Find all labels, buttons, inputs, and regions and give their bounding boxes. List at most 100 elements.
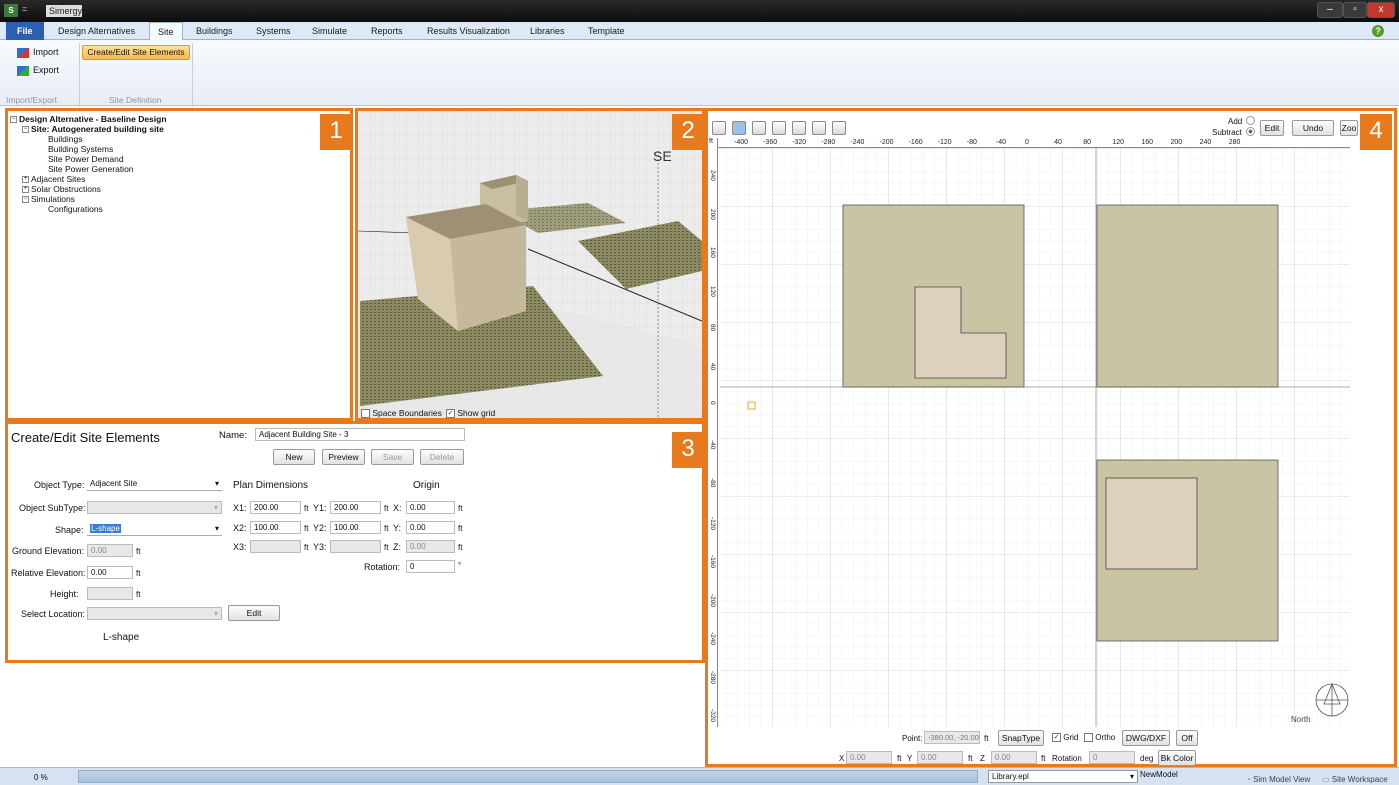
file-menu[interactable]: File bbox=[6, 22, 44, 40]
y-field[interactable]: 0.00 bbox=[917, 751, 963, 764]
close-button[interactable]: x bbox=[1367, 2, 1395, 18]
tree-item-site-power-demand[interactable]: Site Power Demand bbox=[10, 154, 310, 164]
origin-y-field[interactable]: 0.00 bbox=[406, 521, 455, 534]
add-label: Add bbox=[1228, 117, 1243, 126]
add-radio[interactable] bbox=[1246, 116, 1255, 125]
tab-simulate[interactable]: Simulate bbox=[308, 22, 351, 40]
plan-canvas[interactable]: North bbox=[708, 138, 1350, 727]
space-boundaries-toggle[interactable]: Space Boundaries bbox=[361, 408, 442, 419]
tree-solar-obstructions[interactable]: + Solar Obstructions bbox=[10, 184, 310, 194]
plan-svg[interactable]: North bbox=[708, 138, 1350, 727]
panel-3d-view[interactable]: SE bbox=[355, 108, 705, 421]
zoom-button[interactable]: Zoo bbox=[1340, 120, 1358, 136]
name-field[interactable]: Adjacent Building Site - 3 bbox=[255, 428, 465, 441]
undo-button[interactable]: Undo bbox=[1292, 120, 1334, 136]
app-icon[interactable]: S bbox=[4, 4, 18, 17]
y2-field[interactable]: 100.00 bbox=[330, 521, 381, 534]
x-field[interactable]: 0.00 bbox=[846, 751, 892, 764]
export-button[interactable]: Export bbox=[17, 62, 59, 78]
tree-item-building-systems[interactable]: Building Systems bbox=[10, 144, 310, 154]
import-icon bbox=[17, 47, 29, 58]
expand-icon[interactable]: + bbox=[22, 186, 29, 194]
show-grid-checkbox[interactable]: ✓ bbox=[446, 409, 455, 419]
tree-site[interactable]: − Site: Autogenerated building site bbox=[10, 124, 310, 134]
edit-location-button[interactable]: Edit bbox=[228, 605, 280, 621]
preview-button[interactable]: Preview bbox=[322, 449, 365, 465]
tab-libraries[interactable]: Libraries bbox=[526, 22, 569, 40]
site-workspace-link[interactable]: ▭ Site Workspace bbox=[1322, 774, 1388, 785]
grid-checkbox[interactable]: ✓ bbox=[1052, 733, 1061, 743]
import-button[interactable]: Import bbox=[17, 44, 59, 60]
tree-item-configurations[interactable]: Configurations bbox=[10, 204, 310, 214]
tab-design-alternatives[interactable]: Design Alternatives bbox=[54, 22, 139, 40]
bk-color-button[interactable]: Bk Color bbox=[1158, 750, 1196, 766]
select-location-select[interactable]: ▾ bbox=[87, 607, 222, 620]
tab-results-visualization[interactable]: Results Visualization bbox=[423, 22, 514, 40]
plus-shape-tool-icon[interactable] bbox=[772, 121, 786, 135]
x2-field[interactable]: 100.00 bbox=[250, 521, 301, 534]
tab-site[interactable]: Site bbox=[149, 22, 183, 40]
y3-field[interactable] bbox=[330, 540, 381, 553]
relative-elevation-field[interactable]: 0.00 bbox=[87, 566, 133, 579]
select-tool-icon[interactable] bbox=[712, 121, 726, 135]
library-select[interactable]: Library.epl ▾ bbox=[988, 770, 1138, 783]
x1-field[interactable]: 200.00 bbox=[250, 501, 301, 514]
tree-simulations[interactable]: − Simulations bbox=[10, 194, 310, 204]
sim-model-view-link[interactable]: ◔ Sim Model View bbox=[1246, 774, 1310, 785]
tab-template[interactable]: Template bbox=[584, 22, 629, 40]
ortho-checkbox[interactable] bbox=[1084, 733, 1093, 743]
new-button[interactable]: New bbox=[273, 449, 315, 465]
square-building[interactable] bbox=[1105, 477, 1198, 570]
tab-buildings[interactable]: Buildings bbox=[192, 22, 237, 40]
ruler-x-tick: 160 bbox=[1141, 139, 1154, 146]
snap-type-button[interactable]: SnapType bbox=[998, 730, 1044, 746]
grid-toggle[interactable]: ✓ Grid bbox=[1052, 732, 1078, 743]
tab-reports[interactable]: Reports bbox=[367, 22, 407, 40]
tree-item-site-power-generation[interactable]: Site Power Generation bbox=[10, 164, 310, 174]
t-shape-tool-icon[interactable] bbox=[812, 121, 826, 135]
tree-adjacent-sites[interactable]: + Adjacent Sites bbox=[10, 174, 310, 184]
adjacent-site-2[interactable] bbox=[1096, 204, 1279, 388]
object-type-select[interactable]: Adjacent Site ▾ bbox=[87, 478, 222, 491]
h-shape-tool-icon[interactable] bbox=[752, 121, 766, 135]
dwg-dxf-button[interactable]: DWG/DXF bbox=[1122, 730, 1170, 746]
u-shape-tool-icon[interactable] bbox=[792, 121, 806, 135]
rectangle-tool-icon[interactable] bbox=[732, 121, 746, 135]
save-button[interactable]: Save bbox=[371, 449, 414, 465]
subtract-radio[interactable] bbox=[1246, 127, 1255, 136]
z-label: Z bbox=[980, 754, 985, 763]
x3-field[interactable] bbox=[250, 540, 301, 553]
quick-access-menu[interactable]: = bbox=[22, 4, 27, 14]
origin-z-field[interactable]: 0.00 bbox=[406, 540, 455, 553]
height-field[interactable] bbox=[87, 587, 133, 600]
polygon-tool-icon[interactable] bbox=[832, 121, 846, 135]
create-edit-site-elements-button[interactable]: Create/Edit Site Elements bbox=[82, 45, 190, 60]
space-boundaries-checkbox[interactable] bbox=[361, 409, 370, 419]
origin-x-field[interactable]: 0.00 bbox=[406, 501, 455, 514]
3d-viewport[interactable]: SE bbox=[358, 111, 702, 418]
view-cube-icon[interactable]: SE bbox=[653, 148, 672, 164]
object-subtype-label: Object SubType: bbox=[19, 503, 86, 513]
minimize-button[interactable]: – bbox=[1317, 2, 1343, 18]
ground-elevation-field[interactable]: 0.00 bbox=[87, 544, 133, 557]
rotation-field[interactable]: 0 bbox=[406, 560, 455, 573]
ortho-toggle[interactable]: Ortho bbox=[1084, 732, 1115, 743]
collapse-icon[interactable]: − bbox=[22, 196, 29, 204]
object-subtype-select[interactable]: ▾ bbox=[87, 501, 222, 514]
tree-item-buildings[interactable]: Buildings bbox=[10, 134, 310, 144]
off-button[interactable]: Off bbox=[1176, 730, 1198, 746]
z-field[interactable]: 0.00 bbox=[991, 751, 1037, 764]
tree-root[interactable]: − Design Alternative - Baseline Design bbox=[10, 114, 310, 124]
plan-edit-button[interactable]: Edit bbox=[1260, 120, 1284, 136]
delete-button[interactable]: Delete bbox=[420, 449, 464, 465]
expand-icon[interactable]: + bbox=[22, 176, 29, 184]
shape-select[interactable]: L-shape ▾ bbox=[87, 523, 222, 536]
collapse-icon[interactable]: − bbox=[22, 126, 29, 134]
maximize-button[interactable]: ▫ bbox=[1343, 2, 1367, 18]
help-icon[interactable]: ? bbox=[1372, 25, 1384, 37]
show-grid-toggle[interactable]: ✓ Show grid bbox=[446, 408, 495, 419]
tab-systems[interactable]: Systems bbox=[252, 22, 295, 40]
y1-field[interactable]: 200.00 bbox=[330, 501, 381, 514]
rotation-field-plan[interactable]: 0 bbox=[1089, 751, 1135, 764]
collapse-icon[interactable]: − bbox=[10, 116, 17, 124]
